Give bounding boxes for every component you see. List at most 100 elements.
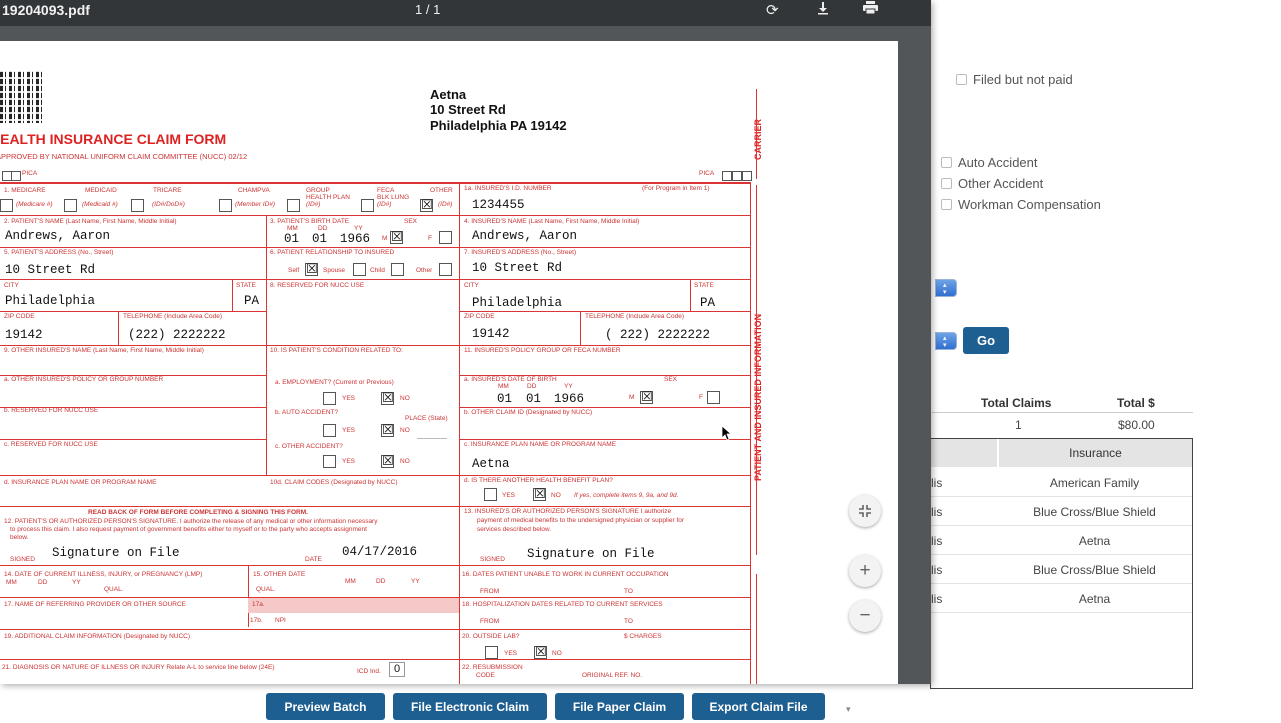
patient-name-value: Andrews, Aaron bbox=[5, 229, 111, 243]
other-accident-yes-checkbox[interactable] bbox=[323, 455, 336, 468]
insured-dob-day-value: 01 bbox=[526, 392, 542, 406]
other-date-label: 15. OTHER DATE bbox=[253, 571, 306, 578]
table-row[interactable]: lis Aetna bbox=[931, 526, 1192, 555]
insurance-column-header[interactable]: Insurance bbox=[997, 439, 1192, 467]
insured-name-value: Andrews, Aaron bbox=[472, 229, 578, 243]
carrier-city: Philadelphia PA 19142 bbox=[430, 118, 567, 133]
for-program-label: (For Program in Item 1) bbox=[642, 185, 710, 192]
auto-accident-checkbox[interactable] bbox=[941, 157, 952, 168]
insurance-cell: Blue Cross/Blue Shield bbox=[1033, 563, 1156, 577]
insured-phone-value: ( 222) 2222222 bbox=[605, 328, 711, 342]
row-line bbox=[0, 279, 750, 280]
group-label-2: HEALTH PLAN bbox=[306, 194, 350, 201]
other-program-checkbox[interactable]: ☒ bbox=[420, 199, 433, 212]
insured-male-label: M bbox=[629, 394, 635, 401]
tricare-checkbox[interactable] bbox=[131, 199, 144, 212]
outside-lab-no-checkbox[interactable]: ☒ bbox=[534, 646, 547, 659]
mm-label: MM bbox=[345, 578, 356, 585]
relationship-self-checkbox[interactable]: ☒ bbox=[305, 263, 318, 276]
city-label: CITY bbox=[4, 282, 19, 289]
charges-label: $ CHARGES bbox=[624, 633, 662, 640]
reserved-8-label: 8. RESERVED FOR NUCC USE bbox=[270, 282, 365, 289]
referring-provider-label: 17. NAME OF REFERRING PROVIDER OR OTHER … bbox=[4, 601, 187, 608]
medicaid-label: MEDICAID bbox=[85, 187, 117, 194]
row-line bbox=[0, 475, 750, 476]
sex-male-checkbox[interactable]: ☒ bbox=[390, 231, 403, 244]
svg-text:CARRIER: CARRIER bbox=[753, 118, 763, 160]
file-electronic-claim-button[interactable]: File Electronic Claim bbox=[393, 693, 547, 720]
table-row[interactable]: lis Blue Cross/Blue Shield bbox=[931, 555, 1192, 584]
patient-info-side-label: PATIENT AND INSURED INFORMATION bbox=[752, 251, 764, 501]
place-state-line bbox=[417, 438, 447, 439]
medicare-label: 1. MEDICARE bbox=[4, 187, 46, 194]
mm-label: MM bbox=[6, 579, 17, 586]
employment-no-checkbox[interactable]: ☒ bbox=[381, 392, 394, 405]
group-checkbox[interactable] bbox=[287, 199, 300, 212]
sex-label: SEX bbox=[404, 218, 418, 225]
pdf-file-name: 19204093.pdf bbox=[2, 2, 90, 18]
other-accident-option[interactable]: Other Accident bbox=[941, 176, 1043, 191]
row-cell: lis bbox=[931, 505, 943, 519]
feca-label: FECA bbox=[377, 187, 395, 194]
auto-accident-no-checkbox[interactable]: ☒ bbox=[381, 424, 394, 437]
workman-comp-checkbox[interactable] bbox=[941, 199, 952, 210]
preview-batch-button[interactable]: Preview Batch bbox=[266, 693, 385, 720]
relationship-child-checkbox[interactable] bbox=[391, 263, 404, 276]
another-plan-yes-checkbox[interactable] bbox=[484, 488, 497, 501]
workman-comp-option[interactable]: Workman Compensation bbox=[941, 197, 1101, 212]
sex-female-checkbox[interactable] bbox=[439, 231, 452, 244]
go-button[interactable]: Go bbox=[963, 327, 1009, 354]
filed-not-paid-option[interactable]: Filed but not paid bbox=[956, 72, 1073, 87]
other-claim-id-label: b. OTHER CLAIM ID (Designated by NUCC) bbox=[464, 409, 593, 416]
export-claim-file-button[interactable]: Export Claim File bbox=[692, 693, 825, 720]
to-label: TO bbox=[624, 618, 633, 625]
insured-city-value: Philadelphia bbox=[472, 296, 563, 310]
medicaid-checkbox[interactable] bbox=[64, 199, 77, 212]
feca-checkbox[interactable] bbox=[361, 199, 374, 212]
group-id-label: (ID#) bbox=[306, 201, 321, 208]
feca-label-2: BLK LUNG bbox=[377, 194, 410, 201]
claims-table: Insurance lis American Family lis Blue C… bbox=[930, 438, 1193, 689]
file-paper-claim-button[interactable]: File Paper Claim bbox=[555, 693, 684, 720]
outside-lab-yes-checkbox[interactable] bbox=[485, 646, 498, 659]
insured-sex-male-checkbox[interactable]: ☒ bbox=[640, 391, 653, 404]
fit-page-icon[interactable] bbox=[849, 495, 881, 527]
self-label: Self bbox=[288, 267, 300, 274]
insured-female-label: F bbox=[699, 394, 703, 401]
print-icon[interactable] bbox=[862, 1, 879, 19]
rotate-icon[interactable]: ⟳ bbox=[766, 1, 779, 19]
relationship-other-checkbox[interactable] bbox=[439, 263, 452, 276]
row-line bbox=[0, 659, 750, 660]
other-accident-checkbox[interactable] bbox=[941, 178, 952, 189]
other-accident-no-checkbox[interactable]: ☒ bbox=[381, 455, 394, 468]
champva-label: CHAMPVA bbox=[238, 187, 270, 194]
sig13-text-2: payment of medical benefits to the under… bbox=[477, 517, 685, 524]
zoom-in-icon[interactable]: + bbox=[849, 555, 881, 587]
table-row[interactable]: lis Aetna bbox=[931, 584, 1192, 613]
champva-checkbox[interactable] bbox=[219, 199, 232, 212]
relationship-spouse-checkbox[interactable] bbox=[353, 263, 366, 276]
total-amount-value: $80.00 bbox=[1118, 418, 1155, 432]
yes-label: YES bbox=[342, 427, 356, 434]
filter-select-2[interactable] bbox=[935, 332, 957, 350]
row-cell: lis bbox=[931, 563, 943, 577]
insured-sex-female-checkbox[interactable] bbox=[707, 391, 720, 404]
filter-select-1[interactable] bbox=[935, 279, 957, 297]
table-row[interactable]: lis American Family bbox=[931, 468, 1192, 497]
cell-divider bbox=[690, 279, 691, 311]
another-plan-no-checkbox[interactable]: ☒ bbox=[533, 488, 546, 501]
row-line bbox=[0, 345, 750, 346]
auto-accident-option[interactable]: Auto Accident bbox=[941, 155, 1038, 170]
male-label: M bbox=[382, 235, 388, 242]
yes-label: YES bbox=[342, 458, 356, 465]
auto-accident-yes-checkbox[interactable] bbox=[323, 424, 336, 437]
zoom-out-icon[interactable]: − bbox=[849, 600, 881, 632]
qr-code-image bbox=[0, 71, 45, 123]
icd-label: ICD Ind. bbox=[357, 668, 381, 675]
download-icon[interactable] bbox=[816, 1, 830, 19]
medicare-checkbox[interactable] bbox=[0, 199, 13, 212]
filed-not-paid-checkbox[interactable] bbox=[956, 74, 967, 85]
table-row[interactable]: lis Blue Cross/Blue Shield bbox=[931, 497, 1192, 526]
employment-yes-checkbox[interactable] bbox=[323, 392, 336, 405]
carrier-side-label: CARRIER bbox=[752, 85, 764, 185]
